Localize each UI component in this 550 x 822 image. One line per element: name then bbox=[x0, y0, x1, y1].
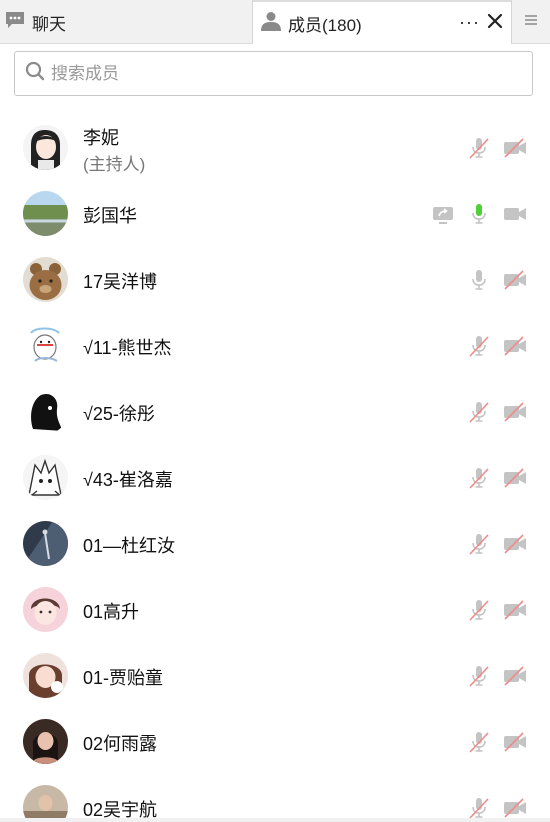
member-name: √25-徐彤 bbox=[83, 404, 155, 424]
chat-bubble-icon bbox=[4, 9, 26, 36]
member-row[interactable]: 17吴洋博 bbox=[0, 247, 550, 313]
camera-off-icon[interactable] bbox=[503, 664, 527, 688]
tab-members-label: 成员(180) bbox=[288, 16, 362, 35]
camera-off-icon[interactable] bbox=[503, 400, 527, 424]
member-name: 彭国华 bbox=[83, 206, 137, 226]
camera-off-icon[interactable] bbox=[503, 532, 527, 556]
bottom-divider bbox=[0, 818, 550, 822]
search-input[interactable] bbox=[51, 63, 491, 84]
member-role: (主持人) bbox=[83, 155, 146, 174]
avatar bbox=[23, 455, 68, 500]
member-name: 17吴洋博 bbox=[83, 272, 158, 292]
camera-off-icon[interactable] bbox=[503, 730, 527, 754]
mic-muted-icon[interactable] bbox=[467, 400, 491, 424]
mic-active-icon[interactable] bbox=[467, 202, 491, 226]
avatar bbox=[23, 785, 68, 822]
member-list: 李妮 (主持人) 彭国华 17吴洋博 √11-熊世杰 √25-徐彤 √43-崔洛… bbox=[0, 115, 550, 822]
mic-muted-icon[interactable] bbox=[467, 136, 491, 160]
member-row[interactable]: √25-徐彤 bbox=[0, 379, 550, 445]
member-row[interactable]: 01高升 bbox=[0, 577, 550, 643]
person-icon bbox=[260, 10, 282, 37]
avatar bbox=[23, 389, 68, 434]
avatar bbox=[23, 587, 68, 632]
camera-off-icon[interactable] bbox=[503, 136, 527, 160]
avatar bbox=[23, 257, 68, 302]
avatar bbox=[23, 521, 68, 566]
avatar bbox=[23, 125, 68, 170]
camera-off-icon[interactable] bbox=[503, 796, 527, 820]
mic-muted-icon[interactable] bbox=[467, 598, 491, 622]
camera-icon[interactable] bbox=[503, 202, 527, 226]
tab-members[interactable]: 成员(180) ··· bbox=[253, 0, 511, 45]
search-icon bbox=[25, 61, 45, 86]
mic-icon[interactable] bbox=[467, 268, 491, 292]
member-name: √43-崔洛嘉 bbox=[83, 470, 173, 490]
camera-off-icon[interactable] bbox=[503, 334, 527, 358]
tab-chat-label: 聊天 bbox=[32, 14, 66, 34]
screen-share-icon[interactable] bbox=[431, 202, 455, 226]
avatar bbox=[23, 719, 68, 764]
member-name: 01-贾贻童 bbox=[83, 668, 164, 688]
mic-muted-icon[interactable] bbox=[467, 466, 491, 490]
close-icon[interactable] bbox=[485, 11, 505, 31]
camera-off-icon[interactable] bbox=[503, 598, 527, 622]
avatar bbox=[23, 323, 68, 368]
member-name: 01—杜红汝 bbox=[83, 536, 176, 556]
member-name: √11-熊世杰 bbox=[83, 338, 172, 358]
tab-bar: 聊天 成员(180) ··· bbox=[0, 0, 550, 45]
mic-muted-icon[interactable] bbox=[467, 532, 491, 556]
camera-off-icon[interactable] bbox=[503, 268, 527, 292]
member-row[interactable]: 彭国华 bbox=[0, 181, 550, 247]
hamburger-icon bbox=[523, 13, 539, 32]
hamburger-menu-button[interactable] bbox=[511, 0, 550, 44]
member-row[interactable]: √43-崔洛嘉 bbox=[0, 445, 550, 511]
mic-muted-icon[interactable] bbox=[467, 664, 491, 688]
member-row[interactable]: 02吴宇航 bbox=[0, 775, 550, 822]
more-options-button[interactable]: ··· bbox=[459, 13, 480, 31]
mic-muted-icon[interactable] bbox=[467, 334, 491, 358]
mic-muted-icon[interactable] bbox=[467, 796, 491, 820]
member-row[interactable]: 01—杜红汝 bbox=[0, 511, 550, 577]
avatar bbox=[23, 653, 68, 698]
member-name: 01高升 bbox=[83, 602, 140, 622]
member-name: 02何雨露 bbox=[83, 734, 158, 754]
mic-muted-icon[interactable] bbox=[467, 730, 491, 754]
tab-chat[interactable]: 聊天 bbox=[0, 0, 253, 44]
search-box[interactable] bbox=[14, 51, 533, 96]
member-row[interactable]: 李妮 (主持人) bbox=[0, 115, 550, 181]
avatar bbox=[23, 191, 68, 236]
camera-off-icon[interactable] bbox=[503, 466, 527, 490]
member-row[interactable]: √11-熊世杰 bbox=[0, 313, 550, 379]
member-row[interactable]: 02何雨露 bbox=[0, 709, 550, 775]
member-row[interactable]: 01-贾贻童 bbox=[0, 643, 550, 709]
member-name: 李妮 bbox=[83, 128, 119, 148]
